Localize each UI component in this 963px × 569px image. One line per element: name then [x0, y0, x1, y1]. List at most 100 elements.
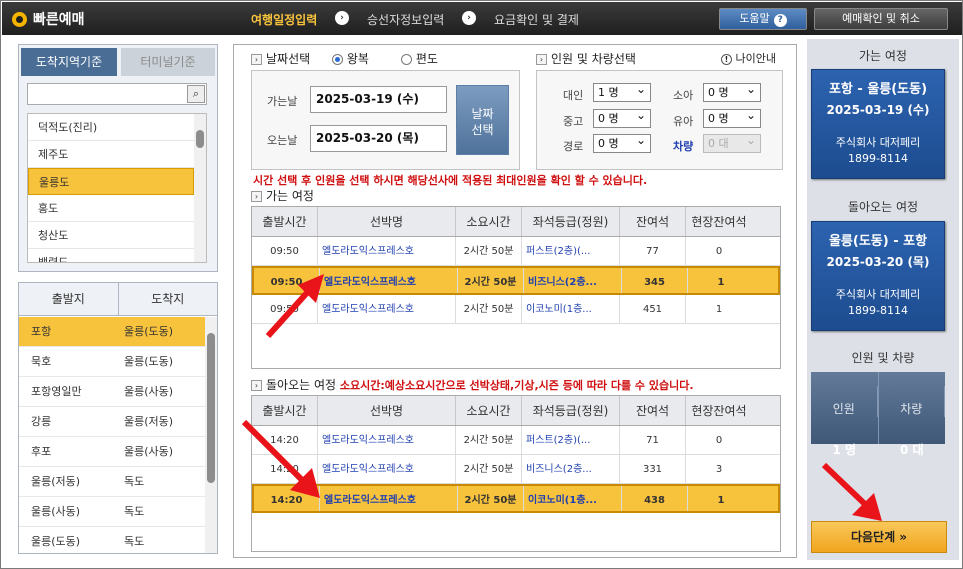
step-passenger: 승선자정보입력: [367, 13, 445, 27]
adult-label: 대인: [563, 89, 584, 102]
region-item[interactable]: 제주도: [28, 141, 194, 168]
col-ship: 선박명: [318, 207, 456, 236]
tab-terminal[interactable]: 터미널기준: [121, 48, 215, 76]
arrow-right-icon: ›: [251, 380, 262, 391]
arrow-right-icon: ›: [251, 191, 262, 202]
out-date: 2025-03-19 (수): [826, 103, 930, 117]
region-item[interactable]: 덕적도(진리): [28, 114, 194, 141]
return-date-input[interactable]: 2025-03-20 (목): [310, 125, 447, 152]
route-row[interactable]: 강릉 울릉(저동): [19, 407, 205, 437]
route-row[interactable]: 울릉(도동) 독도: [19, 527, 205, 553]
next-step-button[interactable]: 다음단계 »: [811, 521, 947, 553]
region-panel: 도착지역기준 터미널기준 ⌕ 덕적도(진리) 제주도 울릉도 홍도 청산도 백령…: [18, 44, 218, 272]
date-section-title: › 날짜선택: [251, 50, 310, 67]
infant-select[interactable]: 0 명: [703, 107, 761, 128]
depart-date-input[interactable]: 2025-03-19 (수): [310, 86, 447, 113]
region-item[interactable]: 홍도: [28, 195, 194, 222]
col-duration: 소요시간: [456, 207, 522, 236]
in-phone: 1899-8114: [848, 304, 908, 317]
scroll-thumb[interactable]: [207, 333, 215, 483]
step-payment: 요금확인 및 결제: [494, 13, 579, 27]
outbound-row-selected[interactable]: 09:50 엘도라도익스프레스호 2시간 50분 비즈니스(2층... 345 1: [252, 266, 780, 295]
arrow-right-icon: ›: [251, 54, 262, 65]
route-row[interactable]: 묵호 울릉(도동): [19, 347, 205, 377]
route-list: 포항 울릉(도동) 묵호 울릉(도동) 포항영일만 울릉(사동) 강릉 울릉(저동) 후…: [19, 317, 205, 553]
inbound-row[interactable]: 14:20 엘도라도익스프레스호 2시간 50분 비즈니스(2층... 331 3: [252, 455, 780, 484]
region-item[interactable]: 백령도: [28, 249, 194, 262]
inbound-table-header: 출발시간 선박명 소요시간 좌석등급(정원) 잔여석 현장잔여석: [252, 396, 780, 426]
vehicle-select[interactable]: 0 대: [703, 132, 761, 153]
col-ship: 선박명: [318, 396, 456, 425]
question-icon: ?: [773, 14, 787, 27]
main-panel: › 날짜선택 왕복 편도 가는날 2025-03-19 (수) 오는날 2025-…: [233, 44, 797, 558]
col-depart-time: 출발시간: [252, 396, 318, 425]
outbound-table-header: 출발시간 선박명 소요시간 좌석등급(정원) 잔여석 현장잔여석: [252, 207, 780, 237]
region-item-selected[interactable]: 울릉도: [28, 168, 194, 195]
route-header-arrival: 도착지: [151, 292, 185, 306]
pax-summary-label: 인원: [811, 386, 878, 417]
in-company: 주식회사 대저페리: [835, 288, 921, 301]
out-route: 포항 - 울릉(도동): [828, 82, 928, 97]
inbound-row[interactable]: 14:20 엘도라도익스프레스호 2시간 50분 퍼스트(2층)(... 71 0: [252, 426, 780, 455]
col-grade: 좌석등급(정원): [522, 396, 620, 425]
region-item[interactable]: 청산도: [28, 222, 194, 249]
step-arrow-icon: ›: [335, 11, 349, 25]
date-box: 가는날 2025-03-19 (수) 오는날 2025-03-20 (목) 날짜…: [251, 70, 520, 170]
pax-box: 대인 1 명 소아 0 명 중고 0 명 유아 0 명 경로 0 명 차량 0 …: [536, 70, 783, 170]
vehicle-summary-value: 0 대: [899, 443, 924, 457]
route-row[interactable]: 울릉(저동) 독도: [19, 467, 205, 497]
route-header-departure: 출발지: [19, 283, 119, 315]
in-route: 울릉(도동) - 포항: [828, 234, 928, 249]
app-title: 빠른예매: [33, 12, 85, 28]
tab-arrival-region[interactable]: 도착지역기준: [21, 48, 117, 76]
route-row[interactable]: 후포 울릉(사동): [19, 437, 205, 467]
pax-summary-card: 인원 1 명 차량 0 대: [811, 372, 945, 457]
col-seats: 잔여석: [620, 207, 686, 236]
in-summary-title: 돌아오는 여정: [847, 200, 919, 214]
scroll-thumb[interactable]: [196, 130, 204, 148]
route-row[interactable]: 포항영일만 울릉(사동): [19, 377, 205, 407]
child-select[interactable]: 0 명: [703, 81, 761, 102]
info-icon: !: [721, 54, 732, 65]
booking-window: 빠른예매 여행일정입력 › 승선자정보입력 › 요금확인 및 결제 도움말? 예…: [0, 0, 963, 569]
region-search-input[interactable]: ⌕: [27, 83, 207, 105]
col-grade: 좌석등급(정원): [522, 207, 620, 236]
route-panel: 출발지 도착지 포항 울릉(도동) 묵호 울릉(도동) 포항영일만 울릉(사동) 강릉…: [18, 282, 218, 554]
step-schedule: 여행일정입력: [251, 13, 318, 27]
inbound-row-selected[interactable]: 14:20 엘도라도익스프레스호 2시간 50분 이코노미(1층... 438 1: [252, 484, 780, 513]
outbound-title: › 가는 여정: [251, 187, 314, 204]
child-label: 소아: [673, 89, 694, 102]
arrow-right-icon: ›: [536, 54, 547, 65]
app-logo: 빠른예매: [12, 9, 85, 29]
route-row-selected[interactable]: 포항 울릉(도동): [19, 317, 205, 347]
adult-select[interactable]: 1 명: [593, 81, 651, 102]
pax-summary-title: 인원 및 차량: [851, 351, 915, 365]
top-bar: 빠른예매 여행일정입력 › 승선자정보입력 › 요금확인 및 결제 도움말? 예…: [2, 2, 962, 35]
radio-roundtrip[interactable]: 왕복: [332, 50, 369, 67]
outbound-row[interactable]: 09:50 엘도라도익스프레스호 2시간 50분 퍼스트(2층)(... 77 0: [252, 237, 780, 266]
booking-confirm-button[interactable]: 예매확인 및 취소: [814, 8, 948, 30]
age-info-link[interactable]: ! 나이안내: [721, 50, 776, 66]
radio-button-checked[interactable]: [332, 54, 343, 65]
col-onsite: 현장잔여석: [691, 404, 747, 418]
senior-label: 경로: [563, 140, 584, 153]
route-scrollbar[interactable]: [205, 317, 217, 553]
route-header: 출발지 도착지: [19, 283, 217, 316]
senior-select[interactable]: 0 명: [593, 132, 651, 153]
radio-button[interactable]: [401, 54, 412, 65]
outbound-table: 출발시간 선박명 소요시간 좌석등급(정원) 잔여석 현장잔여석 09:50 엘도…: [251, 206, 781, 369]
date-select-button[interactable]: 날짜 선택: [456, 85, 509, 155]
radio-oneway[interactable]: 편도: [401, 50, 438, 67]
search-icon[interactable]: ⌕: [187, 85, 205, 103]
vehicle-label: 차량: [673, 140, 694, 153]
in-date: 2025-03-20 (목): [826, 255, 930, 269]
teen-select[interactable]: 0 명: [593, 107, 651, 128]
help-button[interactable]: 도움말?: [719, 8, 807, 30]
pax-section-title: › 인원 및 차량선택: [536, 50, 636, 67]
col-onsite: 현장잔여석: [691, 215, 747, 229]
step-arrow-icon: ›: [462, 11, 476, 25]
region-scrollbar[interactable]: [194, 114, 206, 262]
outbound-row[interactable]: 09:50 엘도라도익스프레스호 2시간 50분 이코노미(1층... 451 1: [252, 295, 780, 324]
route-row[interactable]: 울릉(사동) 독도: [19, 497, 205, 527]
out-summary-title: 가는 여정: [859, 49, 907, 63]
